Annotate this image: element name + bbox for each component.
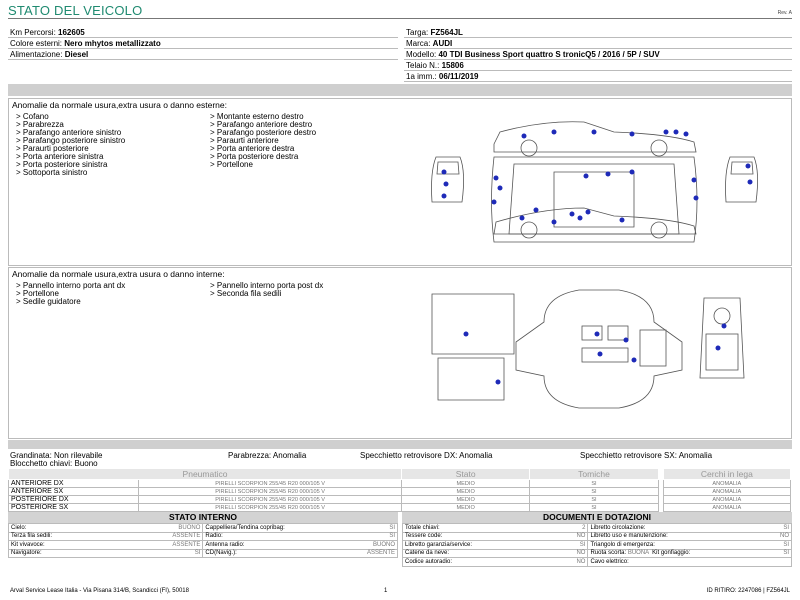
interior-cell: CD(Navig.): ASSENTE	[202, 548, 398, 558]
external-damage-list-1: CofanoParabrezzaParafango anteriore sini…	[16, 113, 125, 177]
interior-cell: Antenna radio: BUONO	[202, 540, 398, 550]
interior-cell: Navigatore: SI	[7, 548, 204, 558]
documents-table: Totale chiavi: 2 Libretto circolazione: SI…	[401, 523, 792, 567]
tyre-position: ANTERIORE SX	[7, 487, 140, 496]
documents-title: DOCUMENTI E DOTAZIONI	[402, 512, 792, 523]
tyre-position: POSTERIORE DX	[7, 495, 140, 504]
internal-damage-list-2: Pannello interno porta post dxSeconda fi…	[210, 282, 323, 298]
table-row: Totale chiavi: 2 Libretto circolazione: SI	[401, 523, 792, 533]
interior-cell: Kit vivavoce: ASSENTE	[7, 540, 204, 550]
info-divider	[404, 37, 792, 38]
table-row: Navigatore: SI CD(Navig.): ASSENTE	[7, 548, 398, 558]
documents-cell: Tessere code: NO	[401, 531, 589, 541]
info-divider	[404, 48, 792, 49]
tyre-sidewall: SI	[529, 479, 659, 488]
interior-cell: Radio: SI	[202, 531, 398, 541]
page-title: STATO DEL VEICOLO	[8, 3, 143, 18]
windshield-status: Parabrezza: Anomalia	[228, 451, 307, 460]
interior-table: Cielo: BUONO Cappelliera/Tendina copribag…	[7, 523, 398, 558]
interior-cell: Cappelliera/Tendina copribag: SI	[202, 523, 398, 533]
documents-cell: Cavo elettrico:	[587, 557, 792, 567]
section-band	[8, 84, 792, 96]
status-col-header: Stato	[400, 468, 531, 480]
table-row: ANTERIORE DX PIRELLI SCORPION 255/45 R20…	[7, 479, 792, 488]
table-row: Tessere code: NO Libretto uso e manutenzi…	[401, 531, 792, 541]
tyre-position: POSTERIORE SX	[7, 503, 140, 512]
tyre-sidewall: SI	[529, 487, 659, 496]
documents-cell: Libretto uso e manutenzione: NO	[587, 531, 792, 541]
documents-cell: Ruota scorta: BUONA Kit gonfiaggio: SI	[587, 548, 792, 558]
chassis-field: Telaio N.: 15806	[406, 61, 464, 70]
table-row: ANTERIORE SX PIRELLI SCORPION 255/45 R20…	[7, 487, 792, 496]
sidewall-col-header: Tomiche	[529, 468, 659, 480]
color-field: Colore esterni: Nero mhytos metallizzato	[10, 39, 161, 48]
model-field: Modello: 40 TDI Business Sport quattro S…	[406, 50, 660, 59]
tyre-position: ANTERIORE DX	[7, 479, 140, 488]
documents-cell: Triangolo di emergenza: SI	[587, 540, 792, 550]
fuel-field: Alimentazione: Diesel	[10, 50, 89, 59]
info-divider	[8, 48, 398, 49]
documents-cell: Libretto circolazione: SI	[587, 523, 792, 533]
info-divider	[404, 59, 792, 60]
table-row: Codice autoradio: NO Cavo elettrico:	[401, 557, 792, 567]
documents-cell: Totale chiavi: 2	[401, 523, 589, 533]
section-band	[8, 440, 792, 449]
tyre-rims: ANOMALIA	[662, 487, 792, 496]
info-divider	[404, 81, 792, 82]
documents-cell: Libretto garanzia/service: SI	[401, 540, 589, 550]
tyre-state: MEDIO	[400, 495, 531, 504]
header-divider	[8, 18, 792, 19]
rims-col-header: Cerchi in lega	[662, 468, 792, 480]
footer-address: Arval Service Lease Italia - Via Pisana …	[10, 588, 189, 594]
page-number: 1	[384, 588, 388, 594]
interior-cell: Cielo: BUONO	[7, 523, 204, 533]
tyre-model: PIRELLI SCORPION 255/45 R20 000/105 V	[138, 503, 402, 512]
mirror-dx-status: Specchietto retrovisore DX: Anomalia	[360, 451, 493, 460]
tyre-model: PIRELLI SCORPION 255/45 R20 000/105 V	[138, 479, 402, 488]
internal-car-diagram	[431, 289, 745, 409]
info-divider	[404, 70, 792, 71]
tyre-table-header: Pneumatico Stato Tomiche Cerchi in lega	[8, 468, 792, 480]
external-damage-list-2: Montante esterno destroParafango anterio…	[210, 113, 316, 169]
tyre-rims: ANOMALIA	[662, 503, 792, 512]
brand-field: Marca: AUDI	[406, 39, 453, 48]
external-car-diagram	[431, 121, 758, 243]
table-row: Kit vivavoce: ASSENTE Antenna radio: BUONO	[7, 540, 398, 550]
km-field: Km Percorsi: 162605	[10, 28, 85, 37]
revision-label: Rev. A	[777, 10, 792, 16]
table-row: Libretto garanzia/service: SI Triangolo d…	[401, 540, 792, 550]
external-damage-title: Anomalie da normale usura,extra usura o …	[12, 100, 227, 110]
documents-cell: Catene da neve: NO	[401, 548, 589, 558]
table-row: Cielo: BUONO Cappelliera/Tendina copribag…	[7, 523, 398, 533]
tyre-sidewall: SI	[529, 503, 659, 512]
table-row: Terza fila sedili: ASSENTE Radio: SI	[7, 531, 398, 541]
tyre-rims: ANOMALIA	[662, 495, 792, 504]
tyre-sidewall: SI	[529, 495, 659, 504]
info-divider	[8, 37, 398, 38]
tyre-col-header: Pneumatico	[8, 468, 402, 480]
key-lock-status: Blocchetto chiavi: Buono	[10, 459, 98, 468]
footer-id: ID RITIRO: 2247086 | FZ564JL	[706, 588, 790, 594]
tyre-state: MEDIO	[400, 479, 531, 488]
table-row: Catene da neve: NO Ruota scorta: BUONA Ki…	[401, 548, 792, 558]
interior-cell: Terza fila sedili: ASSENTE	[7, 531, 204, 541]
mirror-sx-status: Specchietto retrovisore SX: Anomalia	[580, 451, 713, 460]
tyre-model: PIRELLI SCORPION 255/45 R20 000/105 V	[138, 487, 402, 496]
tyre-state: MEDIO	[400, 503, 531, 512]
tyre-state: MEDIO	[400, 487, 531, 496]
info-divider	[8, 59, 398, 60]
internal-damage-list-1: Pannello interno porta ant dxPortelloneS…	[16, 282, 125, 306]
tyre-rims: ANOMALIA	[662, 479, 792, 488]
tyre-table: Pneumatico Stato Tomiche Cerchi in lega …	[7, 468, 792, 512]
registration-field: 1a imm.: 06/11/2019	[406, 72, 479, 81]
interior-title: STATO INTERNO	[8, 512, 398, 523]
tyre-model: PIRELLI SCORPION 255/45 R20 000/105 V	[138, 495, 402, 504]
plate-field: Targa: FZ564JL	[406, 28, 463, 37]
table-row: POSTERIORE DX PIRELLI SCORPION 255/45 R2…	[7, 495, 792, 504]
documents-cell: Codice autoradio: NO	[401, 557, 589, 567]
internal-damage-title: Anomalie da normale usura,extra usura o …	[12, 269, 225, 279]
table-row: POSTERIORE SX PIRELLI SCORPION 255/45 R2…	[7, 503, 792, 512]
